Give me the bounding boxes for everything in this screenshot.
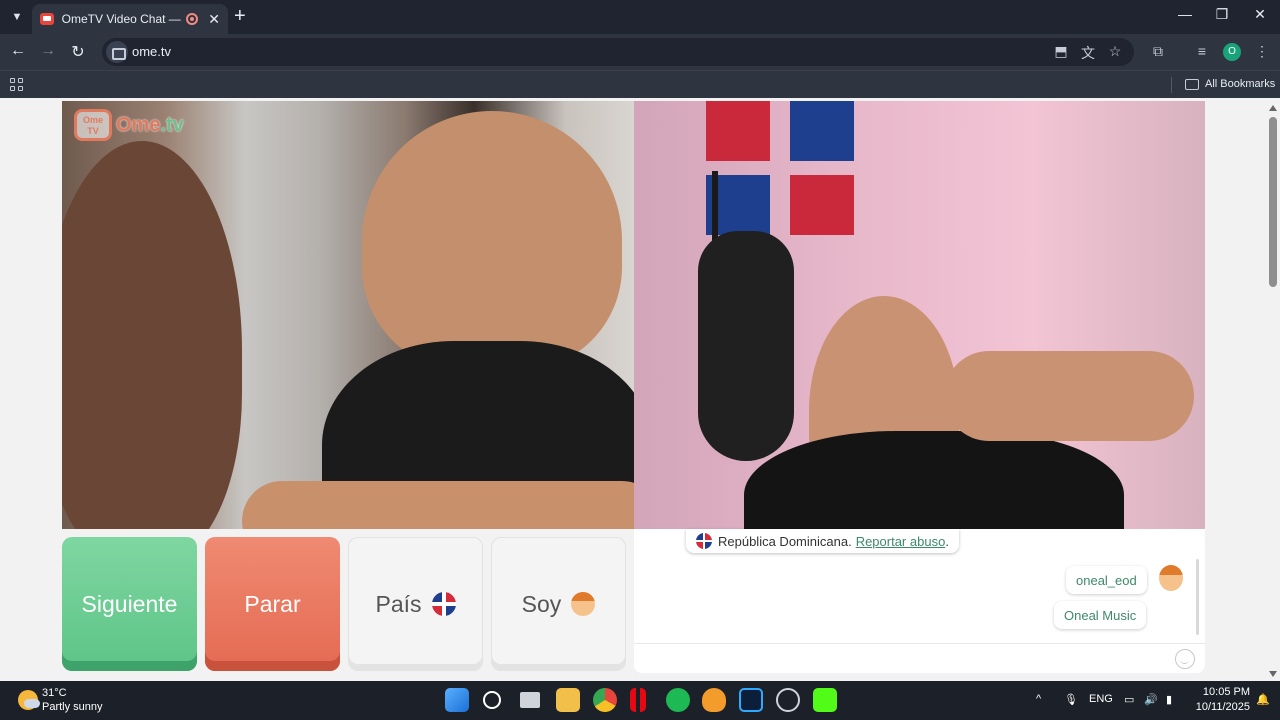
forward-arrow-icon[interactable]: → xyxy=(37,42,59,60)
network-icon[interactable]: ▭ xyxy=(1124,693,1134,706)
notifications-icon[interactable]: 🔔 xyxy=(1256,693,1270,706)
maximize-button[interactable]: ❐ xyxy=(1207,6,1237,23)
microphone-icon[interactable]: 🎙 xyxy=(1064,693,1078,706)
emoji-picker-icon[interactable] xyxy=(1175,649,1195,669)
kick-icon[interactable] xyxy=(813,688,837,712)
windows-start-icon[interactable] xyxy=(445,688,469,712)
folder-icon xyxy=(1185,79,1199,90)
logo-brand: Ome xyxy=(116,113,161,136)
user-avatar-icon xyxy=(1159,565,1183,591)
url-text[interactable]: ome.tv xyxy=(132,44,171,59)
stop-button-label: Parar xyxy=(244,590,301,617)
self-video xyxy=(634,101,1205,529)
report-abuse-link[interactable]: Reportar abuso xyxy=(856,534,946,549)
volume-icon[interactable]: 🔊 xyxy=(1144,693,1158,706)
ometv-logo-box: Ome TV xyxy=(74,109,112,141)
stranger-arms xyxy=(242,481,634,529)
stop-button[interactable]: Parar xyxy=(205,537,340,671)
weather-description[interactable]: Partly sunny xyxy=(42,701,103,713)
partly-sunny-icon[interactable] xyxy=(18,690,40,710)
stranger-video: Ome TV Ome.tv xyxy=(62,101,634,529)
clock-date[interactable]: 10/11/2025 xyxy=(1190,701,1250,713)
back-arrow-icon[interactable]: ← xyxy=(7,42,29,60)
next-button[interactable]: Siguiente xyxy=(62,537,197,671)
boy-emoji-icon xyxy=(571,592,596,616)
task-view-icon[interactable] xyxy=(520,692,540,708)
chat-input[interactable] xyxy=(634,643,1205,673)
extensions-icon[interactable]: ⧉ xyxy=(1148,43,1168,60)
minimize-button[interactable]: — xyxy=(1170,6,1200,22)
ometv-logo-text: Ome.tv xyxy=(116,114,184,137)
show-hidden-icons-chevron-icon[interactable]: ^ xyxy=(1036,693,1041,705)
all-bookmarks-link[interactable]: All Bookmarks xyxy=(1205,78,1275,90)
chat-panel: República Dominicana. Reportar abuso. on… xyxy=(634,529,1205,673)
chat-message-text: Oneal Music xyxy=(1064,607,1137,623)
microphone xyxy=(698,231,794,461)
gender-button[interactable]: Soy xyxy=(491,537,626,671)
photoshop-icon[interactable] xyxy=(739,688,763,712)
spotify-icon[interactable] xyxy=(666,688,690,712)
chrome-icon[interactable] xyxy=(593,688,617,712)
chat-scrollbar[interactable] xyxy=(1196,559,1199,635)
file-explorer-icon[interactable] xyxy=(556,688,580,712)
self-person-body xyxy=(744,431,1124,529)
translate-icon[interactable]: 文 xyxy=(1078,43,1098,63)
apps-grid-icon[interactable] xyxy=(10,78,23,91)
logo-brand-suffix: .tv xyxy=(160,113,184,136)
tab-search-chevron-icon[interactable]: ▼ xyxy=(6,6,28,28)
next-button-label: Siguiente xyxy=(81,590,178,617)
report-suffix: . xyxy=(945,533,949,549)
language-indicator[interactable]: ENG xyxy=(1089,693,1113,705)
profile-avatar[interactable]: O xyxy=(1223,43,1241,61)
tab-ometv[interactable]: OmeTV Video Chat — Ome ✕ xyxy=(32,4,228,34)
site-info-icon[interactable] xyxy=(106,41,128,63)
battery-icon[interactable]: ▮ xyxy=(1166,693,1172,706)
country-button-label: País xyxy=(375,590,422,617)
scroll-thumb[interactable] xyxy=(1269,117,1277,287)
stranger-person-2-face xyxy=(362,111,622,371)
dominican-flag-icon xyxy=(696,533,712,549)
clock-time[interactable]: 10:05 PM xyxy=(1200,686,1250,698)
windows-taskbar: 31°C Partly sunny ^ 🎙 ENG ▭ 🔊 ▮ 10:05 PM… xyxy=(0,681,1280,720)
browser-toolbar: ← → ↻ ome.tv ⬒ 文 ☆ ⧉ ≡ O ⋮ xyxy=(0,34,1280,70)
ometv-favicon-icon xyxy=(40,13,54,25)
search-icon[interactable] xyxy=(483,691,501,709)
address-bar[interactable]: ome.tv ⬒ 文 ☆ xyxy=(102,38,1134,66)
ometv-logo: Ome TV Ome.tv xyxy=(74,109,184,141)
bookmarks-divider xyxy=(1171,77,1172,93)
chat-message: oneal_eod xyxy=(1066,566,1147,594)
recording-indicator-icon xyxy=(186,13,199,25)
page-scrollbar[interactable] xyxy=(1266,99,1280,681)
scroll-down-arrow-icon[interactable] xyxy=(1269,671,1277,677)
media-controls-icon[interactable]: ≡ xyxy=(1192,43,1212,59)
gender-button-label: Soy xyxy=(521,590,562,617)
new-tab-button[interactable]: + xyxy=(234,6,246,26)
bookmarks-bar: All Bookmarks xyxy=(0,70,1280,98)
steam-icon[interactable] xyxy=(776,688,800,712)
tab-close-icon[interactable]: ✕ xyxy=(208,11,220,28)
menu-kebab-icon[interactable]: ⋮ xyxy=(1252,43,1272,60)
country-button[interactable]: País xyxy=(348,537,483,671)
bookmark-star-icon[interactable]: ☆ xyxy=(1105,43,1125,60)
self-person-arm xyxy=(944,351,1194,441)
reload-icon[interactable]: ↻ xyxy=(67,42,89,62)
chat-message: Oneal Music xyxy=(1054,601,1147,629)
fl-studio-icon[interactable] xyxy=(702,688,726,712)
weather-temperature[interactable]: 31°C xyxy=(42,687,67,699)
stranger-person-1 xyxy=(62,141,242,529)
netflix-icon[interactable] xyxy=(630,688,646,712)
dominican-flag-backdrop xyxy=(706,101,854,235)
close-window-button[interactable]: ✕ xyxy=(1245,6,1275,23)
chat-message-text: oneal_eod xyxy=(1076,572,1137,588)
country-text: República Dominicana. xyxy=(718,533,852,549)
install-app-icon[interactable]: ⬒ xyxy=(1051,43,1071,60)
scroll-up-arrow-icon[interactable] xyxy=(1269,105,1277,111)
tab-title: OmeTV Video Chat — Ome xyxy=(61,12,183,26)
system-message: República Dominicana. Reportar abuso. xyxy=(686,529,959,553)
browser-tab-bar: ▼ OmeTV Video Chat — Ome ✕ + — ❐ ✕ xyxy=(0,0,1280,34)
dominican-flag-icon xyxy=(431,592,456,616)
